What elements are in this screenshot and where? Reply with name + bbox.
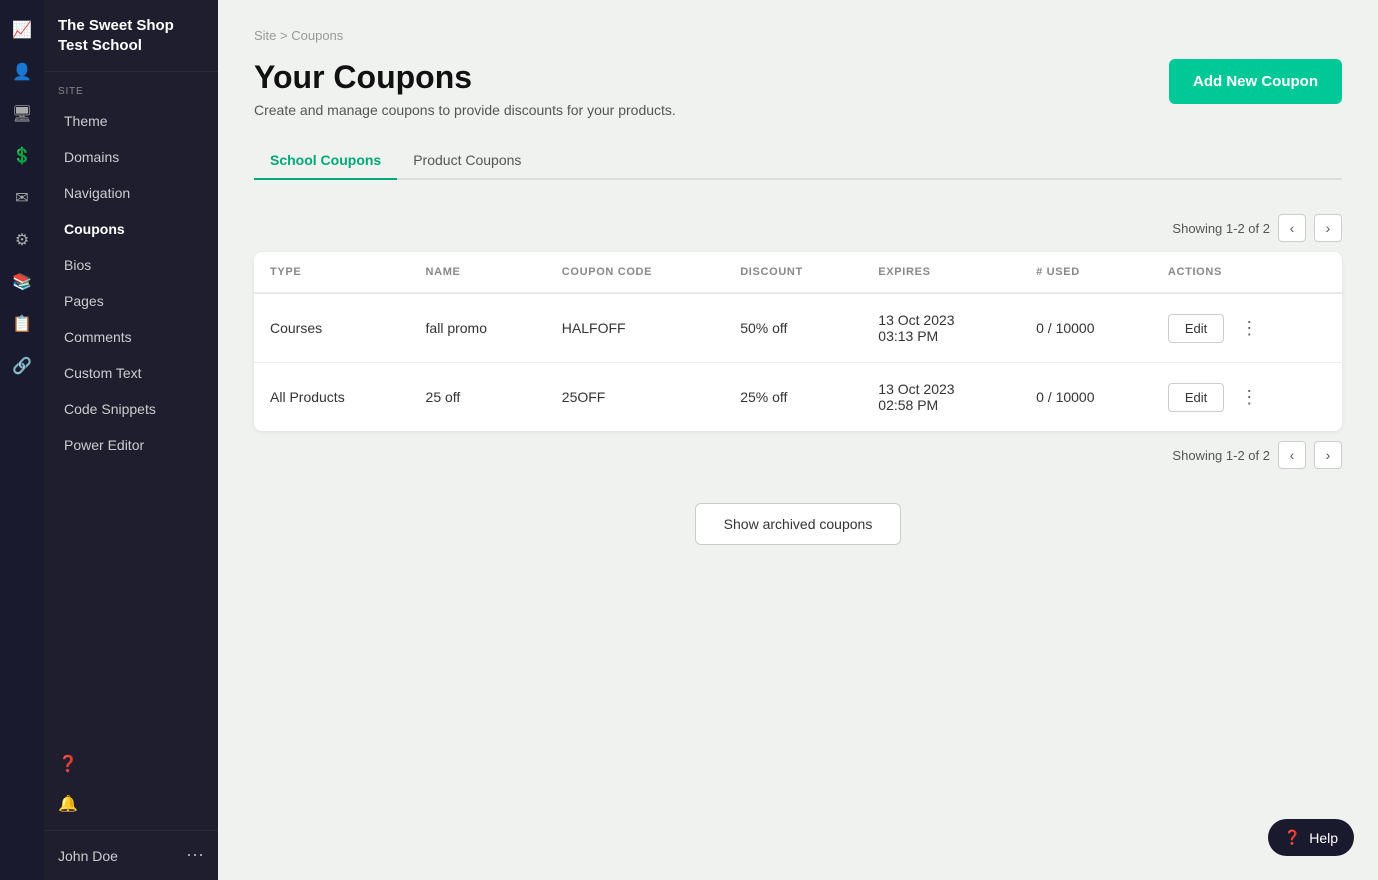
help-circle-icon[interactable]: ❓ — [50, 746, 86, 782]
actions-cell-1: Edit ⋮ — [1168, 314, 1326, 343]
help-button[interactable]: ❓ Help — [1268, 819, 1354, 856]
edit-button-2[interactable]: Edit — [1168, 383, 1224, 412]
expires-line2-2: 02:58 PM — [878, 397, 1004, 413]
help-circle-icon: ❓ — [1284, 829, 1301, 846]
actions-cell-2: Edit ⋮ — [1168, 383, 1326, 412]
page-header-text: Your Coupons Create and manage coupons t… — [254, 59, 676, 118]
breadcrumb-current: Coupons — [291, 28, 343, 43]
pagination-bottom: Showing 1-2 of 2 ‹ › — [254, 431, 1342, 479]
more-menu-button-2[interactable]: ⋮ — [1232, 383, 1266, 412]
coupons-table-card: TYPE NAME COUPON CODE DISCOUNT EXPIRES #… — [254, 252, 1342, 431]
col-actions: ACTIONS — [1152, 252, 1342, 293]
page-header: Your Coupons Create and manage coupons t… — [254, 59, 1342, 118]
sidebar-item-custom-text[interactable]: Custom Text — [50, 355, 212, 391]
coupons-table: TYPE NAME COUPON CODE DISCOUNT EXPIRES #… — [254, 252, 1342, 431]
breadcrumb-separator: > — [280, 28, 288, 43]
monitor-icon[interactable]: 🖥 — [4, 96, 40, 132]
cell-name-1: fall promo — [410, 293, 546, 363]
sidebar-item-comments[interactable]: Comments — [50, 319, 212, 355]
sidebar-item-pages[interactable]: Pages — [50, 283, 212, 319]
table-body: Courses fall promo HALFOFF 50% off 13 Oc… — [254, 293, 1342, 431]
col-discount: DISCOUNT — [724, 252, 862, 293]
col-type: TYPE — [254, 252, 410, 293]
cell-used-1: 0 / 10000 — [1020, 293, 1152, 363]
page-title: Your Coupons — [254, 59, 676, 96]
analytics-icon[interactable]: 📈 — [4, 12, 40, 48]
cell-type-2: All Products — [254, 363, 410, 432]
school-name: The Sweet Shop Test School — [44, 0, 218, 72]
table-header: TYPE NAME COUPON CODE DISCOUNT EXPIRES #… — [254, 252, 1342, 293]
calendar-icon[interactable]: 📋 — [4, 306, 40, 342]
tabs: School Coupons Product Coupons — [254, 142, 1342, 180]
pagination-showing-bottom: Showing 1-2 of 2 — [1172, 448, 1270, 463]
breadcrumb-site[interactable]: Site — [254, 28, 276, 43]
tab-school-coupons[interactable]: School Coupons — [254, 142, 397, 180]
col-expires: EXPIRES — [862, 252, 1020, 293]
icon-rail: 📈 👤 🖥 💲 ✉ ⚙ 📚 📋 🔗 — [0, 0, 44, 880]
sidebar-item-power-editor[interactable]: Power Editor — [50, 427, 212, 463]
help-label: Help — [1309, 830, 1338, 846]
sidebar-item-navigation[interactable]: Navigation — [50, 175, 212, 211]
library-icon[interactable]: 📚 — [4, 264, 40, 300]
gear-icon[interactable]: ⚙ — [4, 222, 40, 258]
cell-name-2: 25 off — [410, 363, 546, 432]
notification-icon[interactable]: 🔔 — [50, 786, 86, 822]
cell-actions-1: Edit ⋮ — [1152, 293, 1342, 363]
cell-used-2: 0 / 10000 — [1020, 363, 1152, 432]
cell-code-2: 25OFF — [546, 363, 724, 432]
main-content-area: Site > Coupons Your Coupons Create and m… — [218, 0, 1378, 880]
pagination-next-top[interactable]: › — [1314, 214, 1342, 242]
site-section-label: SITE — [44, 72, 218, 103]
page-subtitle: Create and manage coupons to provide dis… — [254, 102, 676, 118]
edit-button-1[interactable]: Edit — [1168, 314, 1224, 343]
pagination-showing-top: Showing 1-2 of 2 — [1172, 221, 1270, 236]
sidebar-item-bios[interactable]: Bios — [50, 247, 212, 283]
expires-line1-1: 13 Oct 2023 — [878, 312, 1004, 328]
user-menu-icon[interactable]: ⋯ — [186, 845, 204, 866]
cell-code-1: HALFOFF — [546, 293, 724, 363]
col-name: NAME — [410, 252, 546, 293]
integrations-icon[interactable]: 🔗 — [4, 348, 40, 384]
cell-actions-2: Edit ⋮ — [1152, 363, 1342, 432]
sidebar: The Sweet Shop Test School SITE Theme Do… — [44, 0, 218, 880]
pagination-prev-bottom[interactable]: ‹ — [1278, 441, 1306, 469]
sidebar-footer: John Doe ⋯ — [44, 830, 218, 880]
archive-section: Show archived coupons — [254, 503, 1342, 545]
sidebar-item-theme[interactable]: Theme — [50, 103, 212, 139]
pagination-top: Showing 1-2 of 2 ‹ › — [254, 204, 1342, 252]
col-used: # USED — [1020, 252, 1152, 293]
breadcrumb: Site > Coupons — [254, 28, 1342, 43]
add-new-coupon-button[interactable]: Add New Coupon — [1169, 59, 1342, 104]
cell-expires-2: 13 Oct 2023 02:58 PM — [862, 363, 1020, 432]
cell-discount-1: 50% off — [724, 293, 862, 363]
table-row: Courses fall promo HALFOFF 50% off 13 Oc… — [254, 293, 1342, 363]
more-menu-button-1[interactable]: ⋮ — [1232, 314, 1266, 343]
expires-line2-1: 03:13 PM — [878, 328, 1004, 344]
show-archived-coupons-button[interactable]: Show archived coupons — [695, 503, 902, 545]
cell-expires-1: 13 Oct 2023 03:13 PM — [862, 293, 1020, 363]
pagination-next-bottom[interactable]: › — [1314, 441, 1342, 469]
col-coupon-code: COUPON CODE — [546, 252, 724, 293]
mail-icon[interactable]: ✉ — [4, 180, 40, 216]
sidebar-item-coupons[interactable]: Coupons — [50, 211, 212, 247]
user-name: John Doe — [58, 848, 118, 864]
sidebar-item-code-snippets[interactable]: Code Snippets — [50, 391, 212, 427]
table-row: All Products 25 off 25OFF 25% off 13 Oct… — [254, 363, 1342, 432]
expires-line1-2: 13 Oct 2023 — [878, 381, 1004, 397]
pagination-prev-top[interactable]: ‹ — [1278, 214, 1306, 242]
tab-product-coupons[interactable]: Product Coupons — [397, 142, 537, 180]
cell-type-1: Courses — [254, 293, 410, 363]
sidebar-item-domains[interactable]: Domains — [50, 139, 212, 175]
sidebar-footer-icons: ❓ 🔔 — [44, 746, 218, 822]
dollar-icon[interactable]: 💲 — [4, 138, 40, 174]
cell-discount-2: 25% off — [724, 363, 862, 432]
users-icon[interactable]: 👤 — [4, 54, 40, 90]
